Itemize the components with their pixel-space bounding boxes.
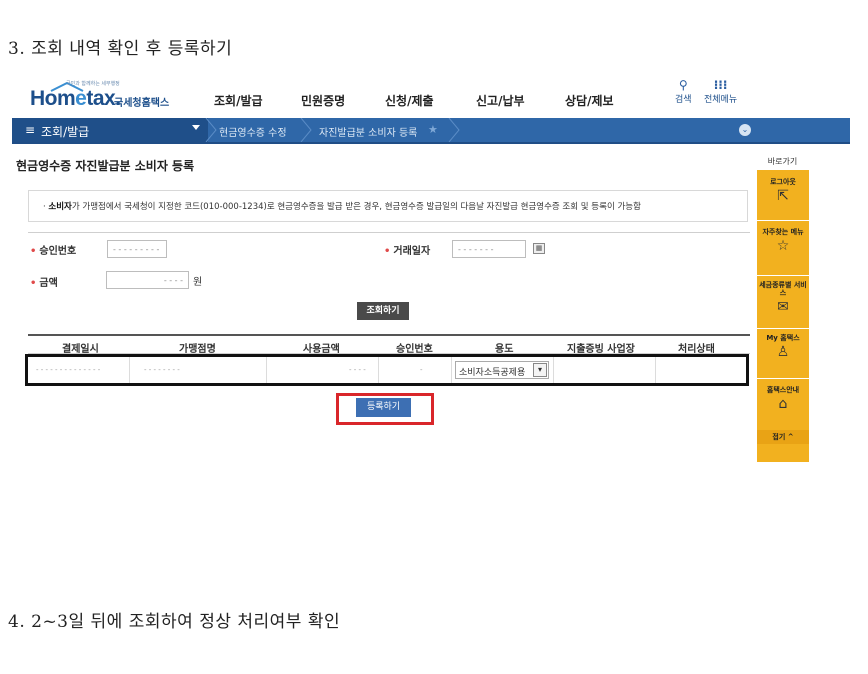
menu-filing-payment[interactable]: 신고/납부 bbox=[476, 92, 525, 109]
quick-panel-strip bbox=[757, 170, 809, 462]
chevron-down-icon bbox=[192, 125, 200, 130]
logo-wordmark: Hometax. bbox=[30, 87, 121, 110]
hometax-guide-button[interactable]: 홈택스안내 ⌂ bbox=[757, 386, 809, 412]
menu-consultation[interactable]: 상담/제보 bbox=[565, 92, 614, 109]
register-button[interactable]: 등록하기 bbox=[356, 398, 411, 417]
menu-application[interactable]: 신청/제출 bbox=[385, 92, 434, 109]
search-submit-button[interactable]: 조회하기 bbox=[357, 302, 409, 320]
currency-unit: 원 bbox=[193, 277, 203, 288]
star-icon: ☆ bbox=[776, 238, 790, 254]
favorites-button[interactable]: 자주찾는 메뉴 ☆ bbox=[757, 228, 809, 254]
usage-select[interactable]: 소비자소득공제용 ▾ bbox=[455, 361, 549, 379]
my-hometax-button[interactable]: My 홈택스 ♙ bbox=[757, 334, 809, 360]
hometax-logo[interactable]: 국민과 함께하는 세무행정 Hometax. 국세청홈택스 bbox=[28, 78, 178, 112]
quick-panel-title: 바로가기 bbox=[767, 157, 798, 166]
column-divider bbox=[378, 357, 379, 383]
approval-number-input[interactable]: - - - - - - - - - bbox=[107, 240, 167, 258]
collapse-panel-button[interactable]: 접기 ^ bbox=[757, 430, 809, 444]
usage-select-value: 소비자소득공제용 bbox=[459, 368, 526, 378]
search-icon: ⚲ bbox=[678, 78, 688, 92]
main-category-dropdown[interactable]: ≡ 조회/발급 bbox=[12, 118, 208, 142]
table-top-border bbox=[28, 334, 750, 336]
breadcrumb-separator-icon bbox=[205, 118, 217, 142]
notice-box: · 소비자가 가맹점에서 국세청이 지정한 코드(010-000-1234)로 … bbox=[28, 190, 748, 222]
menu-certificates[interactable]: 민원증명 bbox=[301, 92, 345, 109]
breadcrumb-separator-icon bbox=[448, 118, 460, 142]
step-4-caption: 4. 2~3일 뒤에 조회하여 정상 처리여부 확인 bbox=[8, 612, 341, 632]
breadcrumb-separator-icon bbox=[300, 118, 312, 142]
search-button[interactable]: ⚲ 검색 bbox=[675, 78, 692, 105]
column-divider bbox=[451, 357, 452, 383]
notice-text: · 소비자가 가맹점에서 국세청이 지정한 코드(010-000-1234)로 … bbox=[43, 202, 641, 212]
quick-panel-divider bbox=[757, 378, 809, 379]
table-row[interactable] bbox=[25, 354, 749, 386]
column-divider bbox=[655, 357, 656, 383]
grid-icon: ⁝⁝⁝ bbox=[713, 78, 728, 92]
logout-icon: ⇱ bbox=[777, 188, 789, 204]
breadcrumb-item-current: 자진발급분 소비자 등록 bbox=[319, 128, 418, 139]
tax-service-button[interactable]: 세금종류별 서비스 ✉ bbox=[757, 281, 809, 315]
transaction-date-input[interactable]: - - - - - - - bbox=[452, 240, 526, 258]
transaction-date-label: • 거래일자 bbox=[384, 246, 431, 257]
expand-circle-icon[interactable]: ⌄ bbox=[739, 124, 751, 136]
chevron-down-icon: ▾ bbox=[533, 363, 547, 377]
approval-number-label: • 승인번호 bbox=[30, 246, 77, 257]
quick-panel-divider bbox=[757, 220, 809, 221]
hamburger-icon: ≡ bbox=[25, 123, 36, 137]
amount-input[interactable]: - - - - bbox=[106, 271, 189, 289]
logout-button[interactable]: 로그아웃 ⇱ bbox=[757, 178, 809, 204]
breadcrumb-bar: ≡ 조회/발급 현금영수증 수정 자진발급분 소비자 등록 ★ ⌄ bbox=[12, 118, 850, 144]
main-category-label: 조회/발급 bbox=[41, 125, 90, 139]
quick-panel-divider bbox=[757, 328, 809, 329]
menu-inquiry-issue[interactable]: 조회/발급 bbox=[214, 92, 263, 109]
cell-approval: - bbox=[420, 366, 423, 374]
quick-panel-divider bbox=[757, 275, 809, 276]
column-divider bbox=[553, 357, 554, 383]
all-menu-label: 전체메뉴 bbox=[704, 95, 738, 105]
logo-korean-name: 국세청홈택스 bbox=[114, 98, 170, 109]
page-title: 현금영수증 자진발급분 소비자 등록 bbox=[16, 159, 195, 173]
favorite-star-icon[interactable]: ★ bbox=[428, 123, 438, 136]
cell-datetime: - - - - - - - - - - - - - - bbox=[36, 366, 101, 374]
home-icon: ⌂ bbox=[778, 396, 788, 412]
all-menu-button[interactable]: ⁝⁝⁝ 전체메뉴 bbox=[704, 78, 737, 105]
column-divider bbox=[266, 357, 267, 383]
step-3-caption: 3. 조회 내역 확인 후 등록하기 bbox=[8, 39, 233, 59]
cell-amount: - - - - bbox=[349, 366, 366, 374]
calendar-icon[interactable]: ▦ bbox=[533, 243, 545, 254]
form-divider bbox=[28, 232, 750, 233]
column-divider bbox=[129, 357, 130, 383]
cell-merchant: - - - - - - - - bbox=[144, 366, 180, 374]
breadcrumb-item-receipt-edit[interactable]: 현금영수증 수정 bbox=[219, 124, 287, 139]
envelope-icon: ✉ bbox=[777, 299, 789, 315]
amount-label: • 금액 bbox=[30, 278, 58, 289]
top-navigation: 국민과 함께하는 세무행정 Hometax. 국세청홈택스 조회/발급 민원증명… bbox=[28, 78, 750, 112]
logo-slogan: 국민과 함께하는 세무행정 bbox=[66, 81, 120, 87]
search-label: 검색 bbox=[675, 95, 692, 105]
user-icon: ♙ bbox=[776, 344, 790, 360]
